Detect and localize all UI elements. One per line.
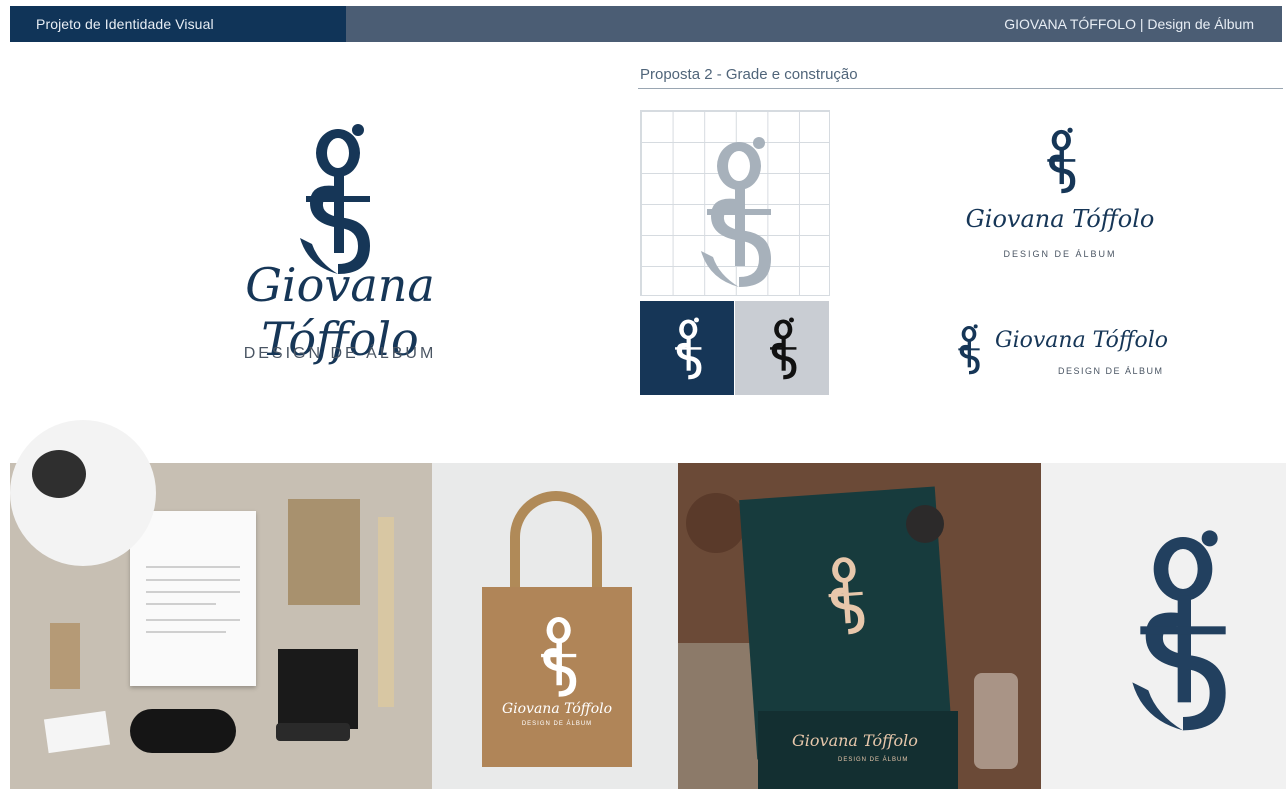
brand-tagline: DESIGN DE ÁLBUM <box>243 345 437 362</box>
glass-jar <box>974 673 1018 769</box>
horizontal-lockup-name: Giovana Tóffolo <box>995 328 1169 353</box>
construction-grid <box>640 110 830 296</box>
embossed-paper-mockup <box>1041 463 1286 789</box>
hang-tag-mockup: Giovana Tóffolo DESIGN DE ÁLBUM <box>678 463 1041 789</box>
card-brand-name: Giovana Tóffolo <box>792 731 918 750</box>
header-left-block: Projeto de Identidade Visual <box>10 6 346 42</box>
tote-brand-name: Giovana Tóffolo <box>501 701 613 717</box>
vertical-lockup-name: Giovana Tóffolo <box>965 205 1155 233</box>
tag-monogram-icon <box>828 557 865 635</box>
kraft-bag <box>288 499 360 605</box>
light-color-tile <box>735 301 829 395</box>
glasses-case <box>130 709 236 753</box>
bag-handle <box>510 491 602 601</box>
tote-monogram-icon <box>541 617 577 697</box>
white-monogram-icon <box>675 317 702 380</box>
dark-card: Giovana Tóffolo DESIGN DE ÁLBUM <box>758 711 958 789</box>
grid-monogram-icon <box>701 137 771 287</box>
stamp <box>32 450 86 498</box>
letterhead <box>130 511 256 686</box>
tote-bag-mockup: Giovana Tóffolo DESIGN DE ÁLBUM <box>432 463 678 789</box>
header-right-title: GIOVANA TÓFFOLO | Design de Álbum <box>1004 16 1254 32</box>
vertical-lockup-monogram-icon <box>1047 127 1076 194</box>
card-brand-tagline: DESIGN DE ÁLBUM <box>838 757 909 763</box>
embossed-monogram-icon <box>1132 530 1226 731</box>
tote-brand-tagline: DESIGN DE ÁLBUM <box>521 721 593 727</box>
metal-button <box>906 505 944 543</box>
stamp-closeup <box>10 420 156 566</box>
section-title: Proposta 2 - Grade e construção <box>640 66 858 83</box>
anchor-monogram-icon <box>300 124 370 274</box>
vertical-lockup-tagline: DESIGN DE ÁLBUM <box>1003 249 1117 259</box>
ruler <box>378 517 394 707</box>
business-cards <box>43 710 111 754</box>
horizontal-lockup-monogram-icon <box>958 324 980 375</box>
section-divider <box>638 88 1283 89</box>
header-left-title: Projeto de Identidade Visual <box>36 16 214 32</box>
black-monogram-icon <box>770 317 797 380</box>
hang-tag <box>50 623 80 689</box>
horizontal-lockup-tagline: DESIGN DE ÁLBUM <box>1058 366 1164 376</box>
usb-drive <box>276 723 350 741</box>
header-bar: Projeto de Identidade Visual GIOVANA TÓF… <box>10 6 1282 42</box>
dark-color-tile <box>640 301 734 395</box>
button-prop <box>686 493 746 553</box>
tote-bag: Giovana Tóffolo DESIGN DE ÁLBUM <box>482 587 632 767</box>
black-box <box>278 649 358 729</box>
